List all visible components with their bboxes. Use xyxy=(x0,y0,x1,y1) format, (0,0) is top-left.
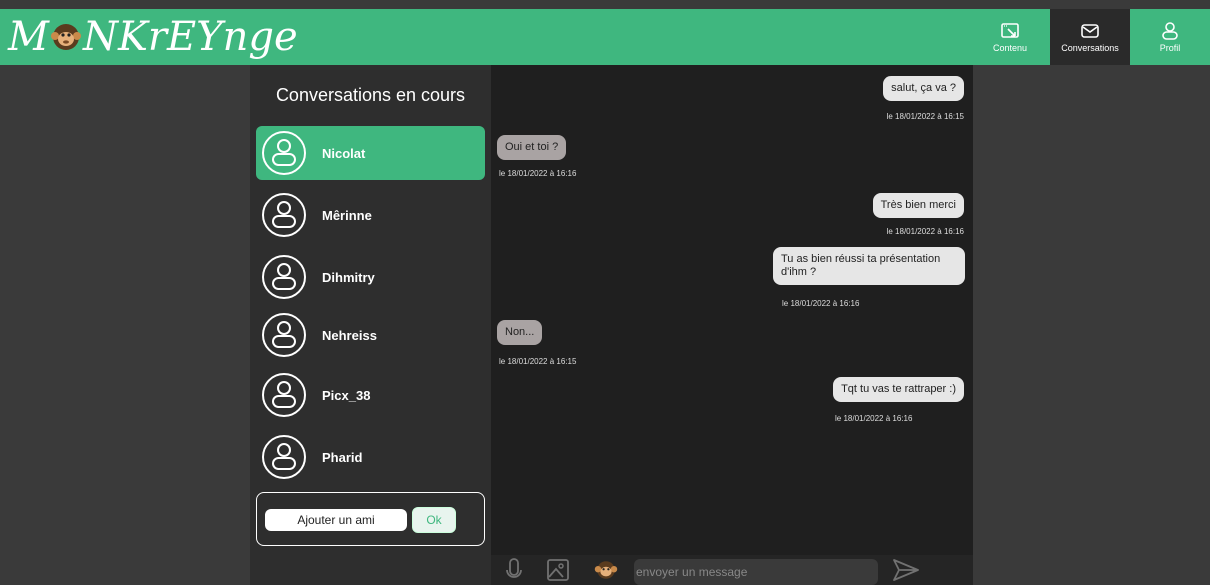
message-timestamp: le 18/01/2022 à 16:15 xyxy=(499,357,577,366)
avatar xyxy=(262,373,306,417)
contact-item-pharid[interactable]: Pharid xyxy=(256,430,485,484)
message-timestamp: le 18/01/2022 à 16:16 xyxy=(782,299,860,308)
contact-name: Nicolat xyxy=(322,145,366,161)
message-bubble-sent: Tu as bien réussi ta présentation d'ihm … xyxy=(773,247,965,285)
sidebar-title: Conversations en cours xyxy=(275,85,466,105)
monkey-icon xyxy=(50,24,81,50)
contact-item-dihmitry[interactable]: Dihmitry xyxy=(256,250,485,304)
contact-name: Pharid xyxy=(322,449,363,465)
user-icon xyxy=(272,139,296,166)
message-timestamp: le 18/01/2022 à 16:16 xyxy=(835,414,913,423)
nav-item-conversations[interactable]: Conversations xyxy=(1050,9,1130,65)
nav-label-profil: Profil xyxy=(1159,43,1181,53)
avatar xyxy=(262,313,306,357)
message-bubble-sent: Très bien merci xyxy=(872,193,964,218)
contact-item-nicolat[interactable]: Nicolat xyxy=(256,126,485,180)
conversation-sidebar: Conversations en cours Nicolat Mêrinne D… xyxy=(250,65,491,585)
chat-area: salut, ça va ? le 18/01/2022 à 16:15 Oui… xyxy=(491,65,973,585)
message-timestamp: le 18/01/2022 à 16:16 xyxy=(499,169,577,178)
message-composer: envoyer un message xyxy=(491,555,973,585)
avatar xyxy=(262,193,306,237)
user-icon xyxy=(272,263,296,290)
user-icon xyxy=(272,381,296,408)
app-header: M NKrEYnge Contenu Conversations Profil xyxy=(0,9,1210,65)
message-bubble-sent: Tqt tu vas te rattraper :) xyxy=(833,377,964,402)
app-logo[interactable]: M NKrEYnge xyxy=(8,13,298,61)
message-bubble-received: Non... xyxy=(497,320,543,345)
nav-item-contenu[interactable]: Contenu xyxy=(970,9,1050,65)
contact-item-picx-38[interactable]: Picx_38 xyxy=(256,368,485,422)
send-icon[interactable] xyxy=(891,557,921,583)
nav-item-profil[interactable]: Profil xyxy=(1130,9,1210,65)
add-friend-input[interactable]: Ajouter un ami xyxy=(265,509,407,531)
add-friend-panel: Ajouter un ami Ok xyxy=(256,492,485,546)
microphone-icon[interactable] xyxy=(505,557,523,585)
user-icon xyxy=(272,321,296,348)
contact-item-nehreiss[interactable]: Nehreiss xyxy=(256,308,485,362)
contact-name: Dihmitry xyxy=(322,269,375,285)
main-nav: Contenu Conversations Profil xyxy=(970,9,1210,65)
logo-text-end: NKrEYnge xyxy=(82,14,298,60)
mail-icon xyxy=(1081,24,1099,38)
right-gutter xyxy=(973,65,1210,585)
message-timestamp: le 18/01/2022 à 16:15 xyxy=(886,112,964,121)
message-bubble-received: Oui et toi ? xyxy=(497,135,567,160)
image-icon xyxy=(1001,23,1019,38)
monkey-emoji-icon[interactable] xyxy=(594,559,618,581)
message-timestamp: le 18/01/2022 à 16:16 xyxy=(886,227,964,236)
user-icon xyxy=(272,201,296,228)
left-gutter xyxy=(0,65,250,585)
contact-name: Picx_38 xyxy=(322,387,371,403)
nav-label-conversations: Conversations xyxy=(1061,43,1119,53)
contact-name: Nehreiss xyxy=(322,327,377,343)
nav-label-contenu: Contenu xyxy=(992,43,1028,53)
image-icon[interactable] xyxy=(546,557,570,583)
avatar xyxy=(262,435,306,479)
avatar xyxy=(262,131,306,175)
user-icon xyxy=(272,443,296,470)
user-icon xyxy=(1162,22,1178,40)
logo-text-start: M xyxy=(8,14,49,60)
message-input[interactable]: envoyer un message xyxy=(634,559,878,585)
message-bubble-sent: salut, ça va ? xyxy=(883,76,964,101)
contact-name: Mêrinne xyxy=(322,207,372,223)
avatar xyxy=(262,255,306,299)
ok-button[interactable]: Ok xyxy=(412,507,456,533)
contact-item-merinne[interactable]: Mêrinne xyxy=(256,188,485,242)
